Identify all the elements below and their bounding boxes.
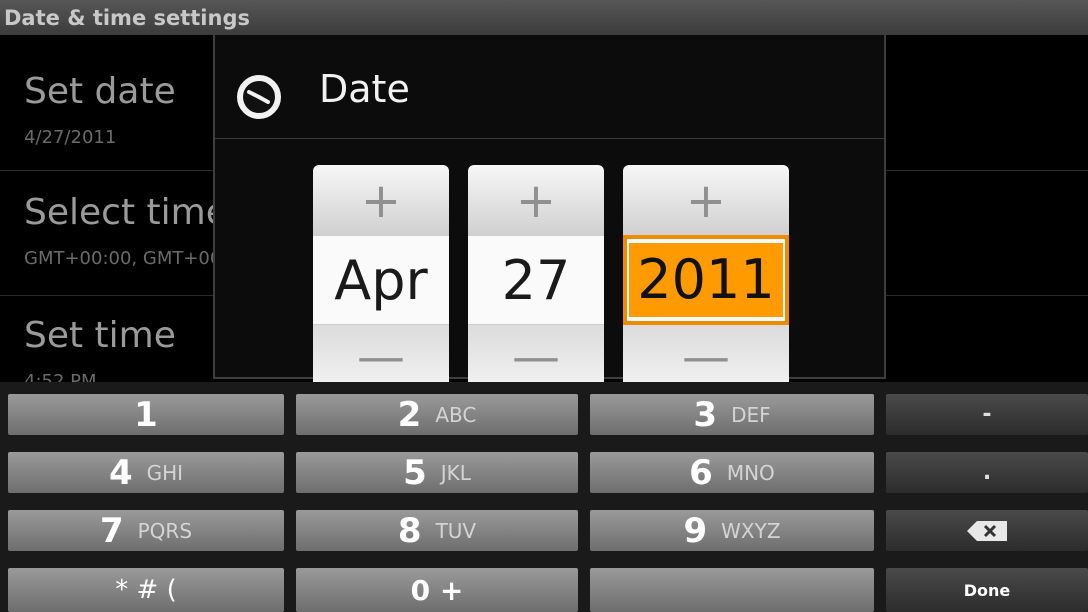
numeric-keyboard: 1 2 ABC 3 DEF - 4 GHI 5 JKL 6 MNO . 7 PQRS 8 TU… <box>0 382 1088 612</box>
key-3[interactable]: 3 DEF <box>590 394 874 435</box>
backspace-icon <box>967 520 1007 541</box>
day-value[interactable]: 27 <box>468 235 604 325</box>
month-value[interactable]: Apr <box>313 235 449 325</box>
key-backspace[interactable] <box>886 510 1088 551</box>
clock-icon <box>237 75 281 119</box>
day-picker: + 27 — <box>468 165 604 415</box>
key-7[interactable]: 7 PQRS <box>8 510 284 551</box>
screen-titlebar: Date & time settings <box>0 0 1088 35</box>
key-4[interactable]: 4 GHI <box>8 452 284 493</box>
done-button[interactable]: Done <box>886 568 1088 612</box>
year-picker: + 2011 — <box>623 165 789 415</box>
key-2[interactable]: 2 ABC <box>296 394 578 435</box>
key-6[interactable]: 6 MNO <box>590 452 874 493</box>
key-dash[interactable]: - <box>886 394 1088 435</box>
setting-subtitle: 4/27/2011 <box>24 127 117 148</box>
key-0[interactable]: 0 + <box>296 568 578 612</box>
key-1[interactable]: 1 <box>8 394 284 435</box>
key-9[interactable]: 9 WXYZ <box>590 510 874 551</box>
dialog-header: Date <box>215 35 884 139</box>
screen-title: Date & time settings <box>4 6 250 30</box>
day-increment-button[interactable]: + <box>468 165 604 237</box>
dialog-title: Date <box>319 67 410 111</box>
month-increment-button[interactable]: + <box>313 165 449 237</box>
year-value[interactable]: 2011 <box>623 235 789 325</box>
month-picker: + Apr — <box>313 165 449 415</box>
key-period[interactable]: . <box>886 452 1088 493</box>
setting-title: Set time <box>24 315 176 356</box>
key-8[interactable]: 8 TUV <box>296 510 578 551</box>
key-5[interactable]: 5 JKL <box>296 452 578 493</box>
key-space[interactable] <box>590 568 874 612</box>
setting-title: Set date <box>24 71 176 112</box>
date-dialog: Date + Apr — + 27 — + 2011 — <box>213 33 886 397</box>
year-increment-button[interactable]: + <box>623 165 789 237</box>
key-symbols[interactable]: * # ( <box>8 568 284 612</box>
